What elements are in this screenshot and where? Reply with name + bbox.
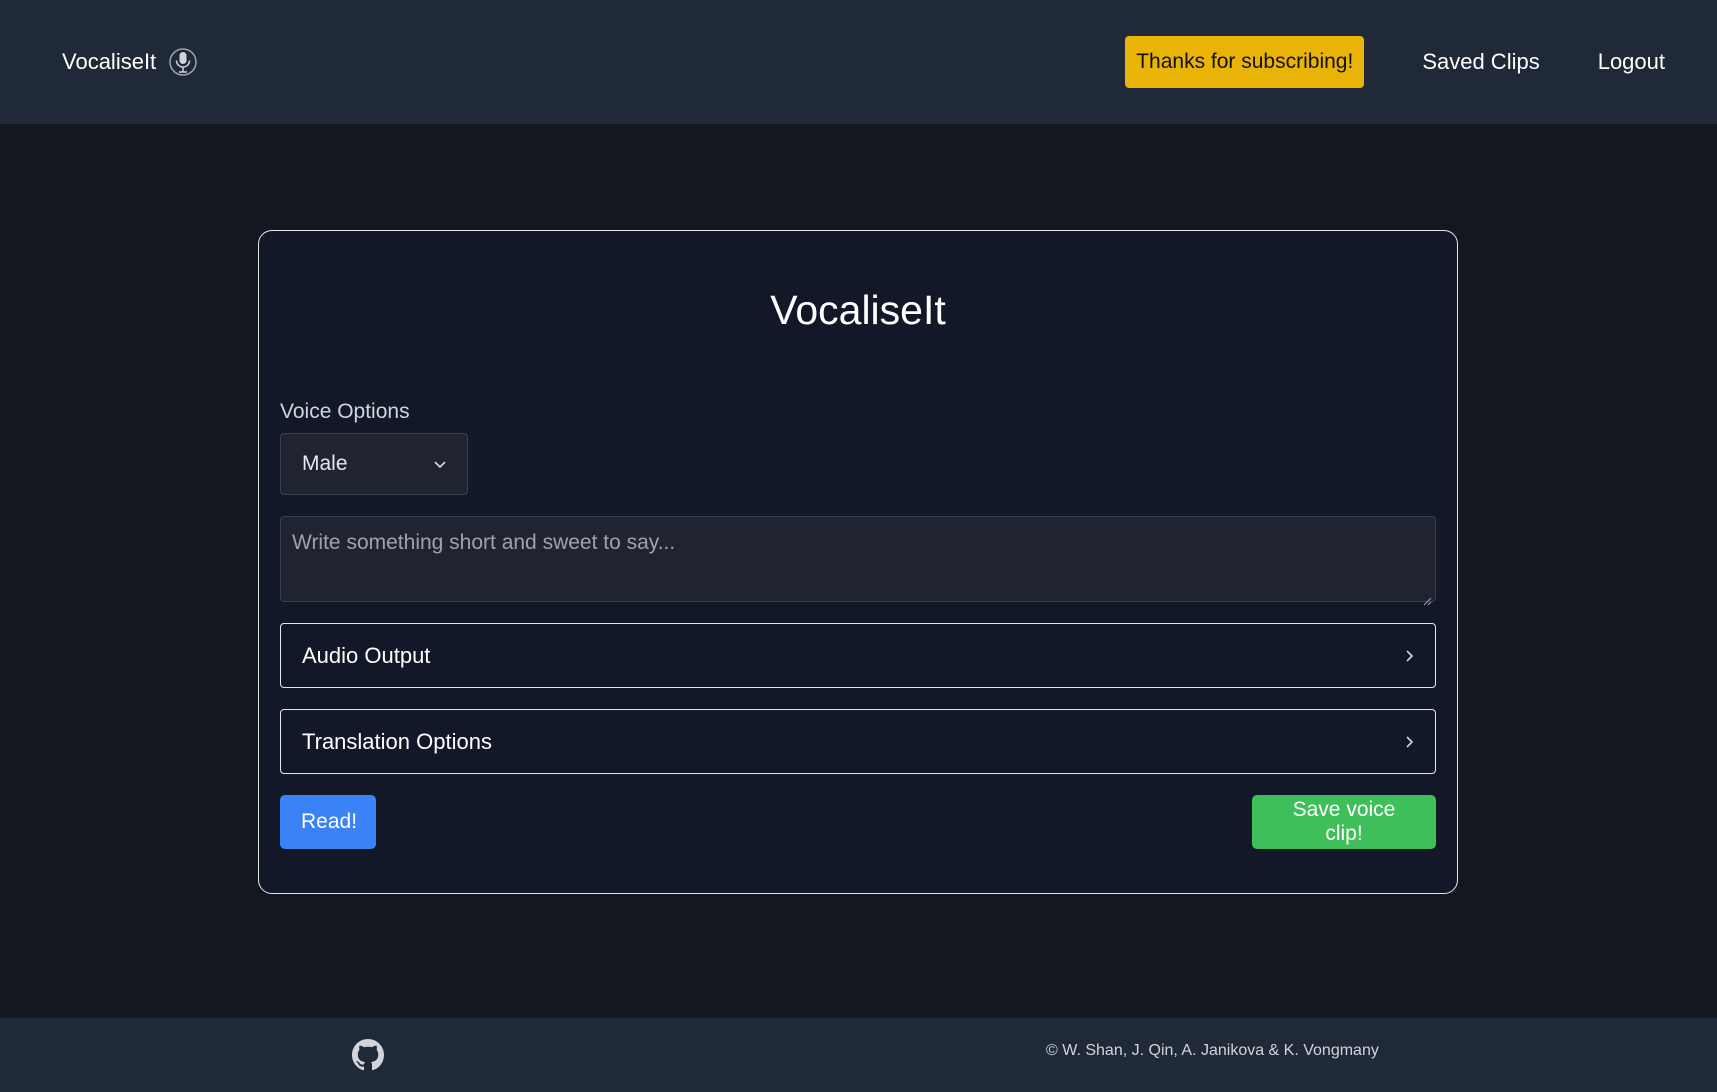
chevron-down-icon	[433, 452, 447, 476]
voice-select-value: Male	[302, 452, 348, 475]
save-voice-clip-button[interactable]: Save voice clip!	[1252, 795, 1436, 849]
voice-options-label: Voice Options	[280, 400, 410, 423]
copyright-text: © W. Shan, J. Qin, A. Janikova & K. Vong…	[1046, 1042, 1379, 1059]
navbar: VocaliseIt Thanks for subscribing! Saved…	[0, 0, 1717, 124]
nav-link-logout[interactable]: Logout	[1598, 49, 1665, 75]
translation-options-accordion[interactable]: Translation Options	[280, 709, 1436, 774]
audio-output-accordion[interactable]: Audio Output	[280, 623, 1436, 688]
audio-output-label: Audio Output	[302, 642, 431, 668]
text-input-placeholder: Write something short and sweet to say..…	[292, 531, 676, 554]
chevron-right-icon	[1405, 729, 1415, 755]
microphone-icon	[168, 47, 198, 77]
brand[interactable]: VocaliseIt	[62, 47, 198, 77]
resize-handle-icon[interactable]	[1422, 588, 1432, 606]
nav-link-saved-clips[interactable]: Saved Clips	[1422, 49, 1539, 75]
subscribed-button[interactable]: Thanks for subscribing!	[1125, 36, 1365, 88]
card-title: VocaliseIt	[770, 287, 946, 333]
brand-name: VocaliseIt	[62, 49, 157, 74]
voice-select[interactable]: Male	[280, 433, 468, 495]
nav-right: Thanks for subscribing! Saved Clips Logo…	[1125, 36, 1665, 88]
chevron-right-icon	[1405, 643, 1415, 669]
footer: © W. Shan, J. Qin, A. Janikova & K. Vong…	[0, 1018, 1717, 1092]
action-row: Read! Save voice clip!	[280, 795, 1436, 849]
read-button[interactable]: Read!	[280, 795, 376, 849]
translation-options-label: Translation Options	[302, 728, 492, 754]
main-card: VocaliseIt Voice Options Male Write some…	[258, 230, 1458, 894]
github-icon[interactable]	[352, 1039, 384, 1071]
text-input[interactable]: Write something short and sweet to say..…	[280, 516, 1436, 606]
